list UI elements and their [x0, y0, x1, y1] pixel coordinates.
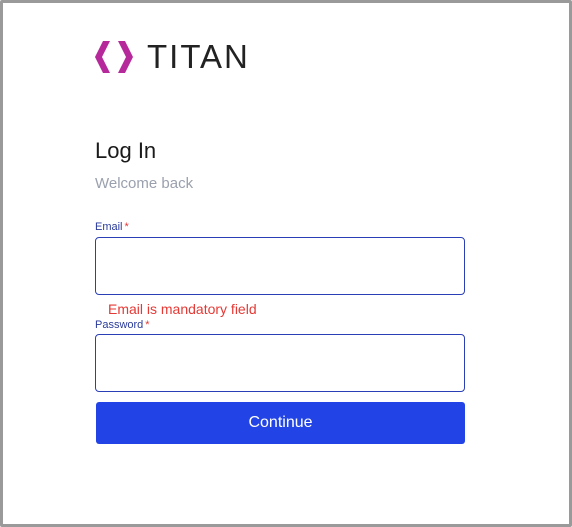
- page-subtitle: Welcome back: [95, 175, 194, 192]
- email-required-mark: *: [124, 221, 129, 233]
- password-input[interactable]: [95, 334, 465, 392]
- brand-logo: TITAN: [95, 38, 250, 75]
- email-label-text: Email: [95, 221, 123, 233]
- password-required-mark: *: [145, 319, 150, 331]
- continue-button[interactable]: Continue: [96, 402, 465, 444]
- password-label: Password *: [95, 318, 150, 332]
- login-window: TITAN Log In Welcome back Email * Email i…: [0, 0, 572, 527]
- chevron-brackets-icon: [95, 41, 133, 73]
- email-label: Email *: [95, 220, 129, 234]
- page-title: Log In: [95, 138, 157, 163]
- email-input[interactable]: [95, 237, 465, 295]
- email-error-message: Email is mandatory field: [108, 301, 257, 317]
- brand-name: TITAN: [147, 38, 250, 75]
- password-label-text: Password: [95, 319, 144, 331]
